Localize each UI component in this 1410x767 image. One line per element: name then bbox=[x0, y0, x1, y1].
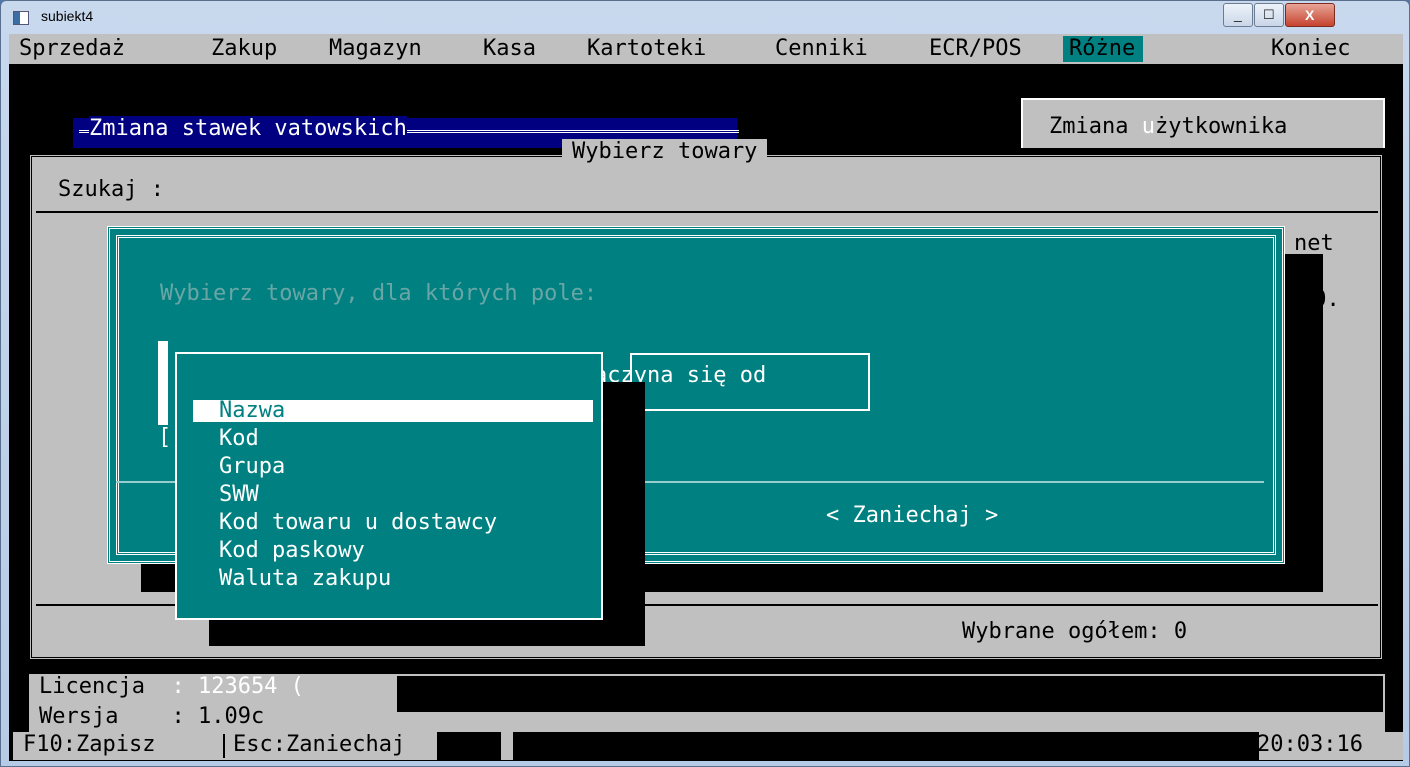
dropdown-option[interactable]: Waluta zakupu bbox=[193, 568, 593, 590]
menu-sprzedaz[interactable]: Sprzedaż bbox=[19, 36, 125, 62]
license-line: Licencja : 123654 ( bbox=[39, 674, 304, 700]
divider bbox=[36, 211, 1378, 213]
close-icon: X bbox=[1305, 7, 1315, 23]
license-value: : 123654 ( bbox=[171, 674, 304, 699]
function-key-bar: F10:Zapisz Esc:Zaniechaj 20:03:16 bbox=[13, 732, 1403, 760]
title-bar[interactable]: subiekt4 _ ☐ X bbox=[1, 1, 1410, 34]
label-part: Zmiana bbox=[1049, 114, 1142, 139]
divider bbox=[223, 734, 225, 758]
dropdown-option[interactable]: Nazwa bbox=[193, 400, 593, 422]
dropdown-list: Nazwa Kod Grupa SWW Kod towaru u dostawc… bbox=[185, 364, 593, 608]
window-title: subiekt4 bbox=[41, 8, 94, 24]
cancel-button[interactable]: < Zaniechaj > bbox=[826, 503, 998, 529]
field-dropdown[interactable]: Nazwa Kod Grupa SWW Kod towaru u dostawc… bbox=[175, 352, 603, 620]
maximize-button[interactable]: ☐ bbox=[1254, 3, 1284, 27]
selected-total: Wybrane ogółem: 0 bbox=[962, 619, 1188, 644]
hotkey-letter: u bbox=[1141, 114, 1155, 139]
version-value: : 1.09c bbox=[171, 704, 265, 729]
search-label: Szukaj : bbox=[58, 177, 164, 202]
menu-bar: Sprzedaż Zakup Magazyn Kasa Kartoteki Ce… bbox=[9, 34, 1403, 64]
menu-rozne[interactable]: Różne bbox=[1063, 36, 1144, 62]
license-label: Licencja bbox=[39, 674, 145, 699]
dropdown-option[interactable]: SWW bbox=[193, 484, 593, 506]
dropdown-option[interactable]: Kod paskowy bbox=[193, 540, 593, 562]
background-window-title: Zmiana stawek vatowskich bbox=[89, 116, 407, 142]
status-area: Licencja : 123654 ( Wersja : 1.09c F10:Z… bbox=[9, 672, 1403, 761]
dropdown-option[interactable]: Grupa bbox=[193, 456, 593, 478]
change-user-tab[interactable]: Zmiana użytkownika bbox=[1021, 98, 1385, 148]
dialog-prompt: Wybierz towary, dla których pole: bbox=[160, 281, 598, 306]
change-user-label: Zmiana użytkownika bbox=[1049, 114, 1287, 140]
minimize-icon: _ bbox=[1234, 6, 1242, 22]
minimize-button[interactable]: _ bbox=[1223, 3, 1253, 27]
option-bracket[interactable]: [ bbox=[158, 425, 171, 451]
menu-cenniki[interactable]: Cenniki bbox=[775, 36, 868, 62]
maximize-icon: ☐ bbox=[1263, 7, 1275, 22]
clock: 20:03:16 bbox=[1257, 732, 1363, 757]
version-line: Wersja : 1.09c bbox=[39, 704, 264, 730]
menu-ecr-pos[interactable]: ECR/POS bbox=[929, 36, 1022, 62]
dropdown-option[interactable]: Kod towaru u dostawcy bbox=[193, 512, 593, 534]
bar-fill bbox=[513, 732, 1259, 760]
menu-kartoteki[interactable]: Kartoteki bbox=[587, 36, 706, 62]
menu-zakup[interactable]: Zakup bbox=[211, 36, 277, 62]
menu-koniec[interactable]: Koniec bbox=[1271, 36, 1350, 62]
bar-fill bbox=[437, 732, 501, 760]
app-icon[interactable] bbox=[13, 11, 29, 25]
close-button[interactable]: X bbox=[1285, 3, 1335, 27]
field-selector[interactable] bbox=[158, 341, 168, 425]
label-part: żytkownika bbox=[1154, 114, 1288, 139]
f10-save-key[interactable]: F10:Zapisz bbox=[23, 732, 155, 758]
version-label: Wersja bbox=[39, 704, 119, 729]
menu-kasa[interactable]: Kasa bbox=[483, 36, 536, 62]
panel-title: Wybierz towary bbox=[562, 139, 768, 165]
menu-magazyn[interactable]: Magazyn bbox=[329, 36, 422, 62]
esc-cancel-key[interactable]: Esc:Zaniechaj bbox=[233, 732, 405, 758]
app-window: subiekt4 _ ☐ X Sprzedaż Zakup Magazyn Ka… bbox=[0, 0, 1410, 767]
license-bar bbox=[397, 676, 1383, 712]
dropdown-option[interactable]: Kod bbox=[193, 428, 593, 450]
console-area: Sprzedaż Zakup Magazyn Kasa Kartoteki Ce… bbox=[9, 34, 1403, 761]
